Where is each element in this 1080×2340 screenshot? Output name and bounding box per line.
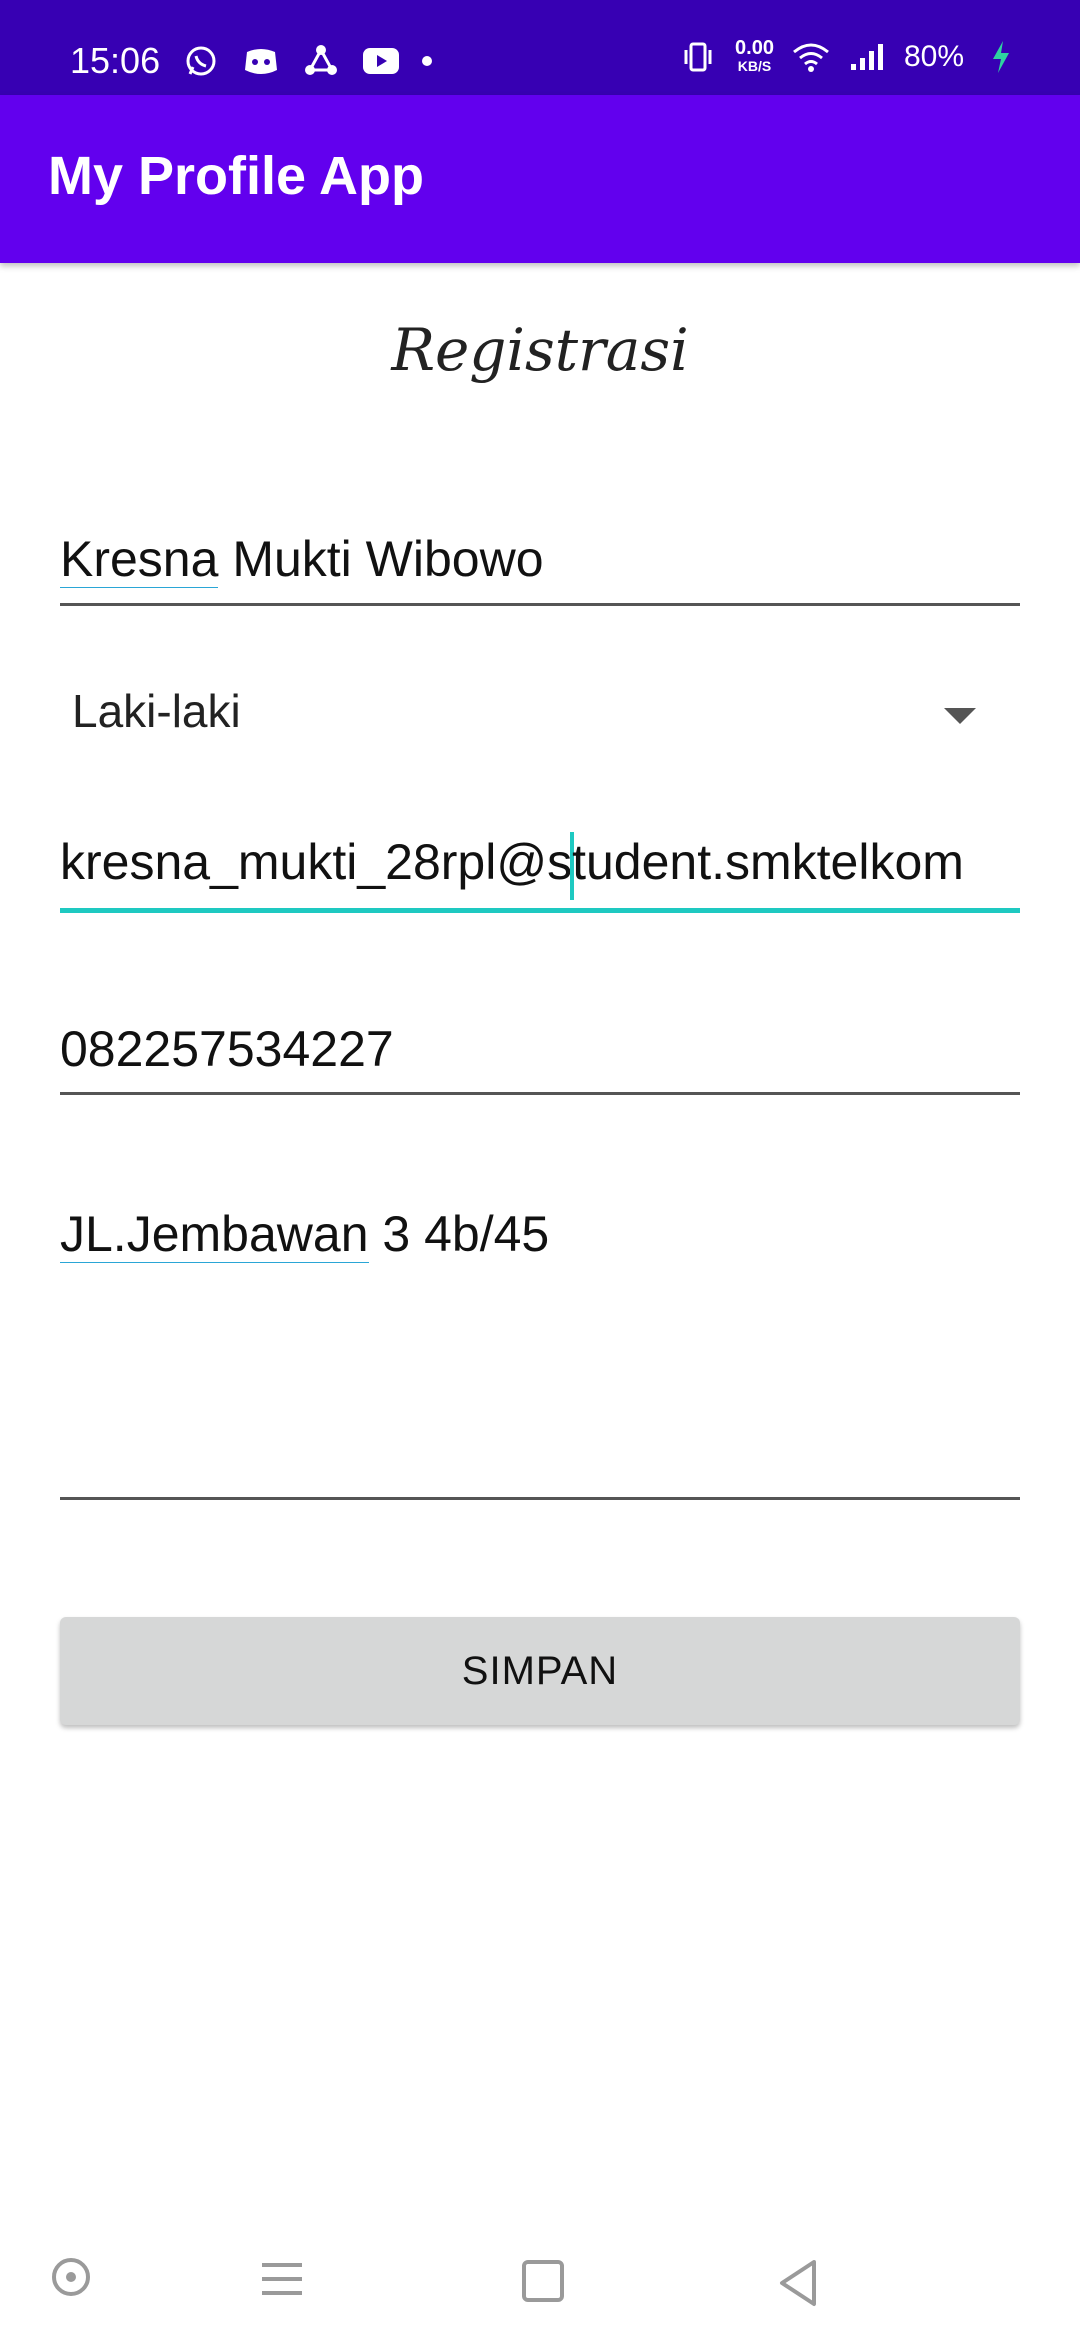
charging-bolt-icon [982, 38, 1020, 76]
whatsapp-icon [182, 42, 220, 80]
wifi-icon [792, 38, 830, 76]
signal-icon [848, 38, 886, 76]
gender-selected-value: Laki-laki [72, 685, 241, 737]
status-right: 0.00 KB/S 80% [679, 38, 1020, 76]
app-bar: My Profile App [0, 95, 1080, 263]
email-value-after-cursor: tudent.smktelkom [572, 834, 964, 891]
address-value: JL.Jembawan 3 4b/45 [60, 1205, 1020, 1263]
address-field[interactable]: JL.Jembawan 3 4b/45 [60, 1205, 1020, 1505]
dropdown-arrow-icon[interactable] [944, 708, 976, 724]
page-title: Registrasi [391, 316, 689, 384]
vibrate-icon [679, 38, 717, 76]
more-notifications-dot-icon [422, 56, 433, 66]
email-value-before-cursor: kresna_mukti_28rpl@s [60, 834, 573, 891]
name-underline [60, 603, 1020, 606]
status-left: 15:06 [70, 40, 433, 82]
gender-dropdown[interactable]: Laki-laki [60, 684, 1020, 764]
back-triangle-icon[interactable] [776, 2258, 826, 2308]
address-spellcheck-word: JL.Jembawan [60, 1206, 369, 1263]
name-value-rest: Mukti Wibowo [218, 531, 544, 587]
network-speed-value: 0.00 [735, 37, 774, 59]
share-icon [302, 42, 340, 80]
youtube-icon [362, 42, 400, 80]
assistant-circle-icon[interactable] [52, 2258, 90, 2296]
battery-percent: 80% [903, 40, 964, 73]
navigation-bar [0, 2210, 1080, 2340]
name-value: Kresna Mukti Wibowo [60, 530, 1020, 588]
name-field[interactable]: Kresna Mukti Wibowo [60, 530, 1020, 610]
status-bar: 15:06 0.00 KB/S 80% [0, 0, 1080, 95]
name-spellcheck-word: Kresna [60, 531, 219, 588]
status-time: 15:06 [70, 40, 161, 81]
address-underline [60, 1497, 1020, 1500]
email-value: kresna_mukti_28rpl@student.smktelkom [60, 832, 1020, 900]
email-field[interactable]: kresna_mukti_28rpl@student.smktelkom [60, 832, 1020, 922]
save-button[interactable]: SIMPAN [60, 1617, 1020, 1725]
address-value-rest: 3 4b/45 [368, 1206, 550, 1262]
app-title: My Profile App [48, 146, 425, 206]
network-speed-unit: KB/S [737, 58, 772, 74]
discord-icon [242, 42, 280, 80]
phone-field[interactable]: 082257534227 [60, 1020, 1020, 1100]
email-underline-focused [60, 908, 1020, 913]
network-speed: 0.00 KB/S [735, 37, 774, 75]
home-square-icon[interactable] [522, 2260, 564, 2302]
recents-menu-icon[interactable] [262, 2263, 302, 2295]
phone-value: 082257534227 [60, 1021, 394, 1077]
phone-underline [60, 1092, 1020, 1095]
